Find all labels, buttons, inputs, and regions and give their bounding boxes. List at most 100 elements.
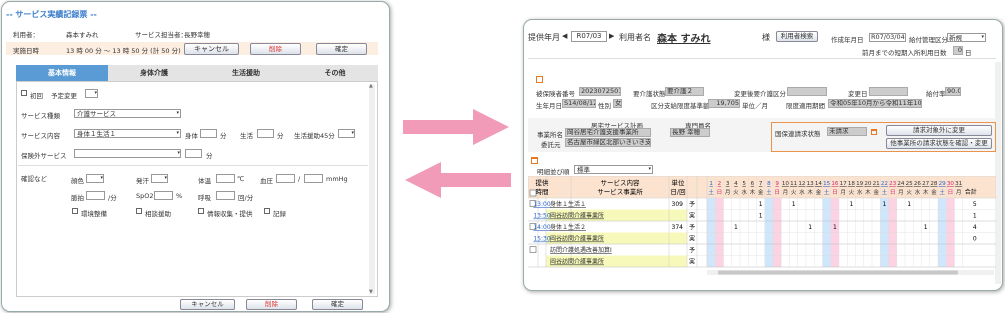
tab-basic[interactable]: 基本情報	[16, 65, 108, 81]
lock-icon[interactable]	[536, 76, 543, 83]
created-date-input[interactable]: R07/03/04	[869, 33, 906, 42]
mgmt-select[interactable]: 新規 ▾	[947, 33, 986, 42]
day-number[interactable]: 15	[823, 181, 831, 187]
record-checkbox[interactable]	[264, 208, 270, 214]
day-number[interactable]: 12	[798, 181, 805, 187]
day-number[interactable]: 8	[767, 181, 771, 187]
day-number[interactable]: 17	[840, 181, 848, 187]
day-number[interactable]: 27	[922, 181, 930, 187]
plan-mark[interactable]: 1	[792, 201, 796, 208]
row-checkbox[interactable]	[529, 246, 537, 253]
claim-lock-icon[interactable]	[871, 129, 877, 135]
row-office-name[interactable]: 岡谷訪問介護事業所	[550, 212, 604, 220]
scrollbar-track[interactable]	[369, 84, 375, 294]
cancel-button-top[interactable]: キャンセル	[184, 43, 239, 55]
day-number[interactable]: 23	[889, 181, 897, 187]
row-start-time[interactable]: 13:00	[533, 201, 550, 208]
life-minutes-stepper[interactable]	[257, 129, 274, 138]
body-minutes-stepper[interactable]	[200, 129, 217, 138]
day-number[interactable]: 5	[742, 181, 746, 187]
plan-mark[interactable]: 1	[882, 201, 886, 208]
plan-mark[interactable]: 1	[907, 201, 911, 208]
tab-other[interactable]: その他	[292, 65, 378, 81]
delete-button-bottom[interactable]: 削除	[246, 299, 297, 310]
delete-button-top[interactable]: 削除	[250, 43, 301, 55]
first-visit-checkbox[interactable]	[21, 90, 27, 96]
plan-mark[interactable]: 1	[734, 224, 738, 231]
bp-high-input[interactable]	[276, 174, 295, 183]
row-service-name[interactable]: 訪問介護処遇改善加算Ⅰ	[550, 246, 612, 254]
row-service-name[interactable]: 身体１生活１	[550, 200, 586, 208]
day-number[interactable]: 29	[939, 181, 947, 187]
row-end-time[interactable]: 13:50	[533, 213, 550, 220]
day-number[interactable]: 4	[734, 181, 738, 187]
day-number[interactable]: 26	[914, 181, 922, 187]
plan-mark[interactable]: 1	[924, 224, 928, 231]
plan-mark[interactable]: 1	[849, 201, 853, 208]
info-checkbox[interactable]	[198, 208, 204, 214]
row-end-time[interactable]: 15:30	[533, 236, 550, 243]
chevron-left-icon[interactable]: ◀	[562, 32, 567, 40]
row-service-name[interactable]: 身体１生活２	[550, 223, 586, 231]
day-number[interactable]: 2	[718, 181, 722, 187]
confirm-button-bottom[interactable]: 確定	[312, 299, 363, 310]
env-checkbox[interactable]	[72, 208, 78, 214]
day-number[interactable]: 6	[751, 181, 755, 187]
confirm-button-top[interactable]: 確定	[316, 43, 367, 55]
plan-mark[interactable]: 1	[808, 224, 812, 231]
insurance-select[interactable]: ▾	[74, 149, 181, 158]
user-search-button[interactable]: 利用者検索	[776, 31, 818, 42]
resp-input[interactable]	[216, 191, 235, 200]
kokuho-label: 国保連請求状態	[775, 130, 821, 138]
pulse-input[interactable]	[86, 191, 105, 200]
day-number[interactable]: 14	[815, 181, 823, 187]
schedule-change-select[interactable]: ▾	[85, 89, 98, 98]
life45-select[interactable]: ▾	[338, 129, 355, 138]
chevron-right-icon[interactable]: ▶	[609, 32, 614, 40]
day-number[interactable]: 13	[807, 181, 815, 187]
cancel-button-bottom[interactable]: キャンセル	[180, 299, 235, 310]
consult-checkbox[interactable]	[136, 208, 142, 214]
sweat-select[interactable]: ▾	[151, 174, 168, 183]
exclude-claim-button[interactable]: 請求対象外に変更	[886, 125, 992, 136]
day-number[interactable]: 21	[873, 181, 881, 187]
row-office-name[interactable]: 岡谷訪問介護事業所	[550, 258, 604, 266]
color-select[interactable]: ▾	[86, 174, 104, 183]
bp-low-input[interactable]	[304, 174, 323, 183]
day-number[interactable]: 1	[709, 181, 713, 187]
day-number[interactable]: 31	[955, 181, 963, 187]
year-input[interactable]: R07/03	[571, 31, 607, 42]
scroll-down-icon[interactable]: ▼	[369, 289, 373, 295]
tab-body-care[interactable]: 身体介護	[108, 65, 200, 81]
day-number[interactable]: 16	[831, 181, 839, 187]
day-number[interactable]: 19	[856, 181, 864, 187]
day-number[interactable]: 9	[775, 181, 779, 187]
temp-input[interactable]	[216, 174, 235, 183]
row-office-name[interactable]: 岡谷訪問介護事業所	[550, 235, 604, 243]
day-number[interactable]: 30	[947, 181, 955, 187]
spo2-input[interactable]	[154, 191, 173, 200]
day-number[interactable]: 25	[906, 181, 914, 187]
day-number[interactable]: 11	[790, 181, 798, 187]
actual-mark[interactable]: 1	[759, 213, 763, 220]
day-number[interactable]: 28	[930, 181, 938, 187]
tab-life-support[interactable]: 生活援助	[200, 65, 292, 81]
row-start-time[interactable]: 14:00	[533, 224, 550, 231]
day-number[interactable]: 22	[881, 181, 888, 187]
insurance-minutes-stepper[interactable]	[185, 149, 202, 158]
service-content-select[interactable]: 身体１生活１ ▾	[74, 129, 181, 138]
day-number[interactable]: 10	[782, 181, 790, 187]
day-number[interactable]: 18	[848, 181, 856, 187]
service-type-select[interactable]: 介護サービス ▾	[74, 109, 181, 118]
horizontal-scroll-thumb[interactable]	[718, 270, 958, 275]
day-number[interactable]: 7	[759, 181, 763, 187]
scroll-up-icon[interactable]: ▲	[369, 83, 373, 89]
sort-select[interactable]: 標準 ▾	[574, 165, 653, 174]
plan-mark[interactable]: 1	[833, 224, 837, 231]
plan-mark[interactable]: 1	[759, 201, 763, 208]
day-number[interactable]: 3	[726, 181, 730, 187]
day-number[interactable]: 24	[897, 181, 905, 187]
day-number[interactable]: 20	[864, 181, 872, 187]
sort-lock-icon[interactable]	[531, 157, 538, 164]
other-office-claim-button[interactable]: 他事業所の請求状態を確認・変更	[886, 138, 992, 149]
